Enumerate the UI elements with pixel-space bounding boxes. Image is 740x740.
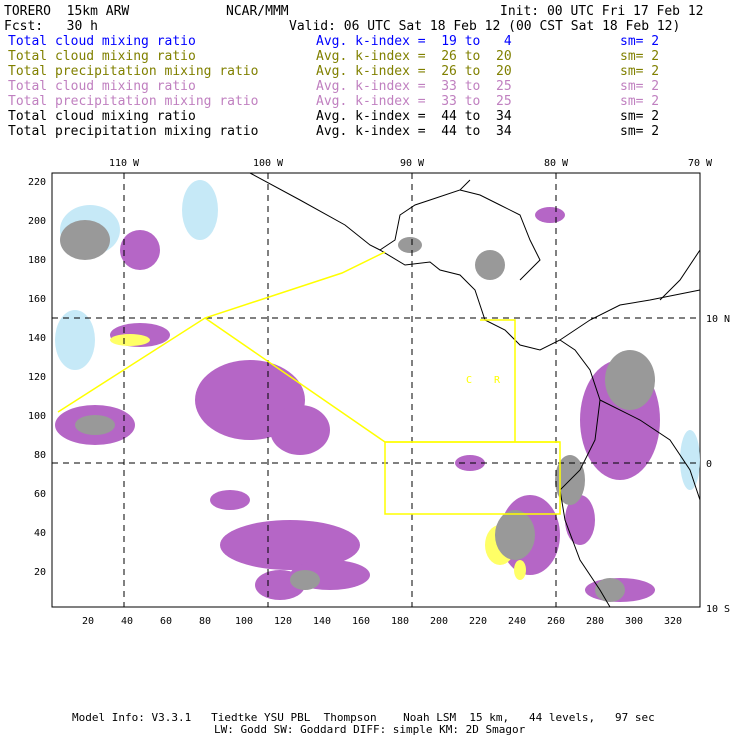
cloud-area <box>120 230 160 270</box>
bottom-tick-label: 140 <box>313 616 331 627</box>
cloud-area <box>495 510 535 560</box>
top-tick-label: 100 W <box>253 158 284 169</box>
left-tick-label: 220 <box>28 177 46 188</box>
bottom-tick-label: 260 <box>547 616 565 627</box>
bottom-tick-label: 240 <box>508 616 526 627</box>
left-tick-label: 60 <box>34 489 46 500</box>
left-tick-label: 180 <box>28 255 46 266</box>
bottom-tick-label: 300 <box>625 616 643 627</box>
cloud-area <box>270 405 330 455</box>
bottom-tick-label: 120 <box>274 616 292 627</box>
top-tick-label: 80 W <box>544 158 569 169</box>
left-tick-label: 120 <box>28 372 46 383</box>
bottom-tick-label: 280 <box>586 616 604 627</box>
bottom-tick-label: 100 <box>235 616 253 627</box>
left-tick-label: 200 <box>28 216 46 227</box>
bottom-tick-label: 220 <box>469 616 487 627</box>
left-tick-label: 100 <box>28 411 46 422</box>
left-tick-label: 80 <box>34 450 46 461</box>
bottom-tick-label: 60 <box>160 616 172 627</box>
bottom-tick-label: 180 <box>391 616 409 627</box>
bottom-tick-label: 20 <box>82 616 94 627</box>
cloud-area <box>475 250 505 280</box>
map-label-r: R <box>494 375 501 386</box>
left-tick-label: 140 <box>28 333 46 344</box>
cloud-area <box>110 334 150 346</box>
left-tick-label: 40 <box>34 528 46 539</box>
left-tick-label: 160 <box>28 294 46 305</box>
footer-line-2: LW: Godd SW: Goddard DIFF: simple KM: 2D… <box>214 723 526 736</box>
right-tick-label: 10 N <box>706 314 730 325</box>
top-tick-label: 70 W <box>688 158 713 169</box>
cloud-area <box>182 180 218 240</box>
cloud-area <box>55 310 95 370</box>
map-plot: C R 110 W 100 W 90 W 80 W 70 W 10 N 0 10 S 20 40 6… <box>28 158 730 627</box>
cloud-area <box>210 490 250 510</box>
cloud-area <box>535 207 565 223</box>
cloud-area <box>75 415 115 435</box>
cloud-area <box>60 220 110 260</box>
bottom-tick-label: 160 <box>352 616 370 627</box>
bottom-tick-label: 80 <box>199 616 211 627</box>
cloud-area <box>605 350 655 410</box>
map-label-c: C <box>466 375 472 386</box>
bottom-tick-label: 200 <box>430 616 448 627</box>
bottom-tick-label: 320 <box>664 616 682 627</box>
top-tick-label: 110 W <box>109 158 140 169</box>
right-tick-label: 10 S <box>706 604 730 615</box>
left-tick-label: 20 <box>34 567 46 578</box>
right-tick-label: 0 <box>706 459 712 470</box>
cloud-area <box>398 237 422 253</box>
cloud-area <box>514 560 526 580</box>
bottom-tick-label: 40 <box>121 616 133 627</box>
cloud-area <box>290 570 320 590</box>
top-tick-label: 90 W <box>400 158 425 169</box>
